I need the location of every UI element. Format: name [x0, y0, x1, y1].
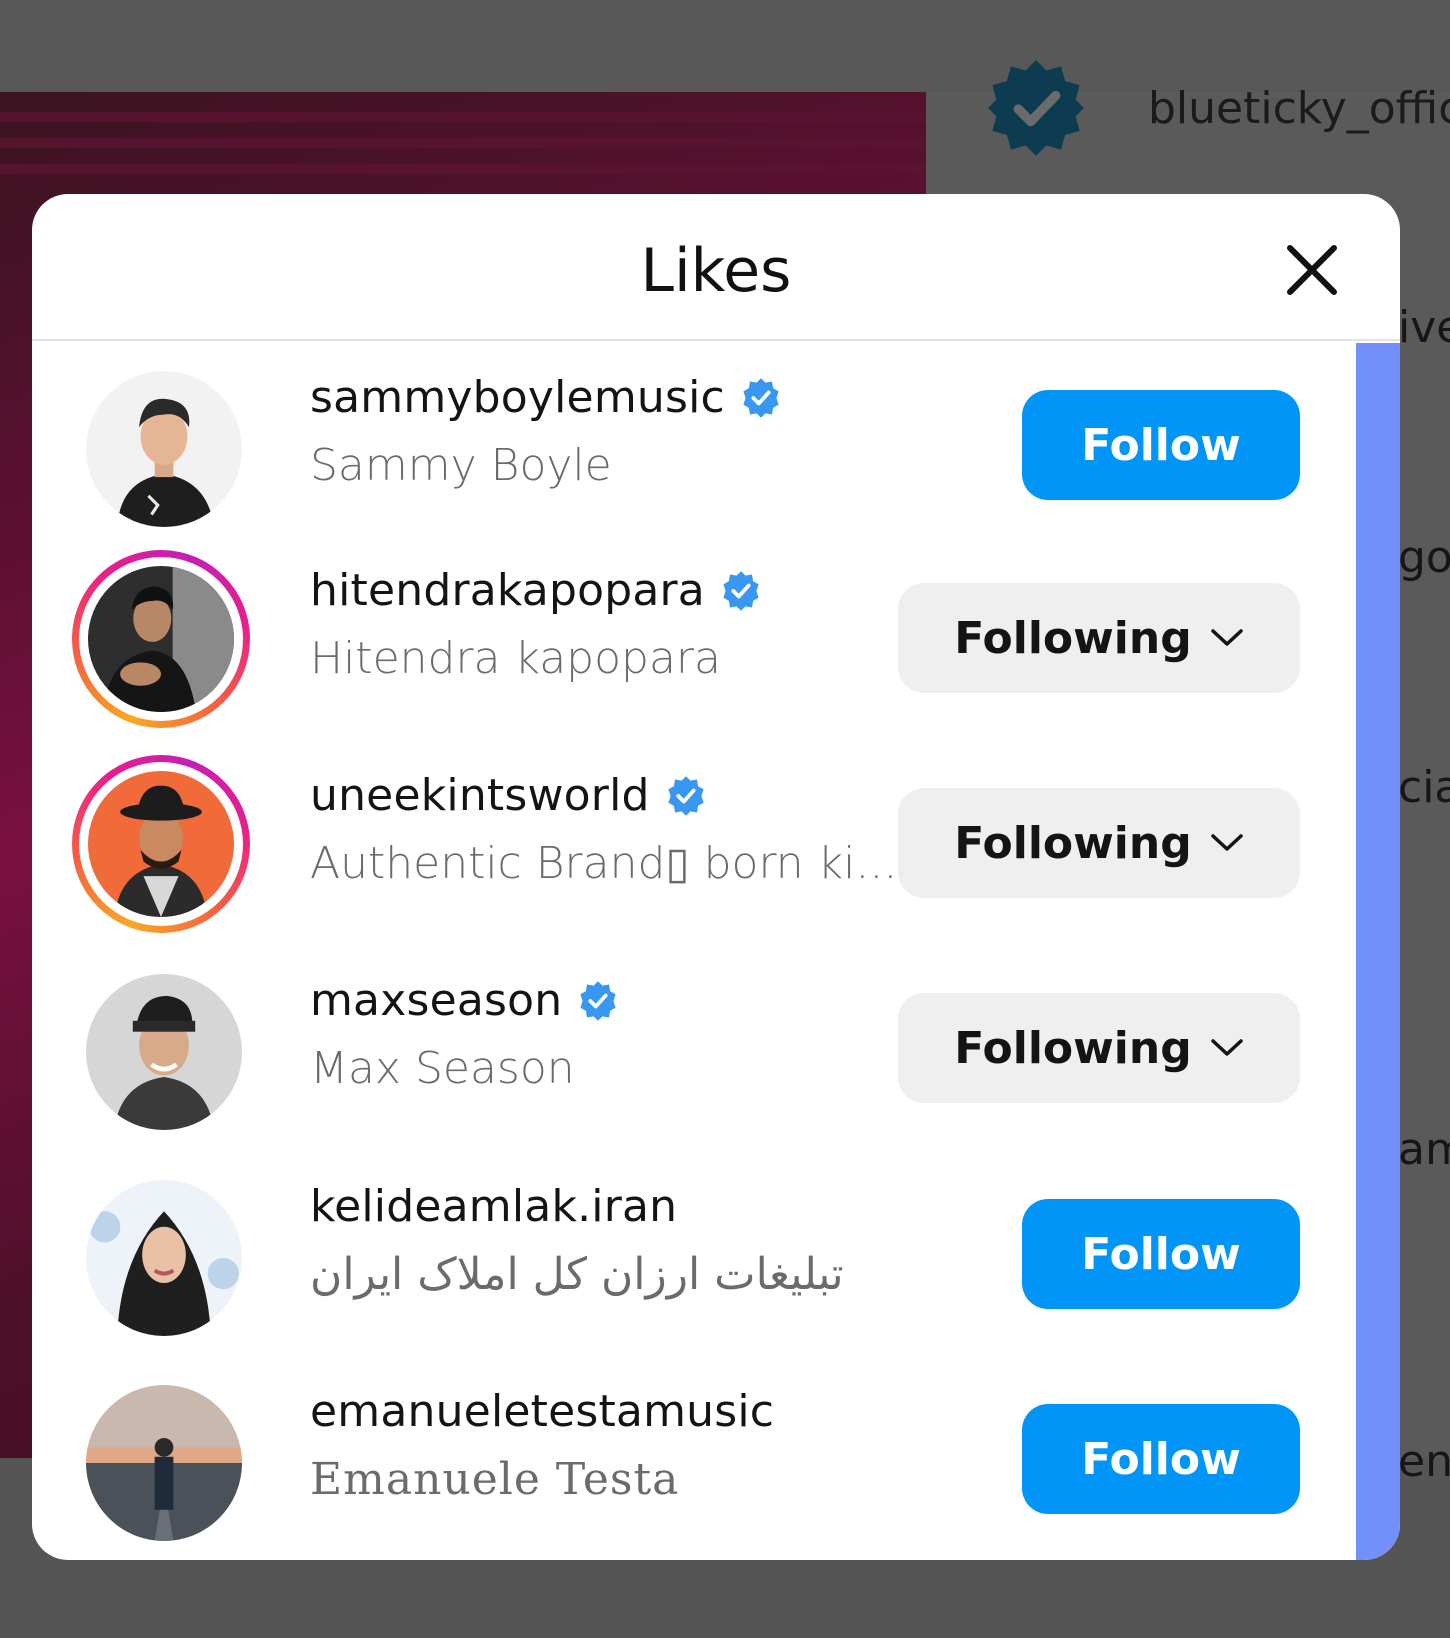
background-text-snippet: ent — [1398, 1436, 1450, 1487]
username[interactable]: kelideamlak.iran — [310, 1181, 677, 1232]
username[interactable]: emanueletestamusic — [310, 1386, 774, 1437]
avatar[interactable] — [86, 371, 242, 527]
chevron-down-icon — [1210, 1039, 1243, 1056]
full-name: تبلیغات ارزان کل املاک ایران — [310, 1249, 844, 1300]
verified-badge-icon — [988, 60, 1084, 156]
following-label: Following — [954, 1022, 1192, 1074]
background-account: blueticky_offic — [984, 56, 1450, 160]
user-row: uneekintsworld Authentic Brand▯ born ki.… — [32, 752, 1352, 942]
following-label: Following — [954, 817, 1192, 869]
full-name: Emanuele Testa — [310, 1454, 680, 1505]
avatar[interactable] — [86, 1385, 242, 1541]
user-row: maxseason Max Season Following — [32, 957, 1352, 1147]
modal-title: Likes — [640, 236, 792, 306]
username[interactable]: uneekintsworld — [310, 770, 650, 821]
username[interactable]: maxseason — [310, 975, 562, 1026]
full-name: Authentic Brand▯ born ki... — [310, 838, 898, 889]
chevron-down-icon — [1210, 629, 1243, 646]
username[interactable]: hitendrakapopara — [310, 565, 705, 616]
full-name: Hitendra kapopara — [310, 633, 721, 684]
avatar — [88, 566, 234, 712]
following-button[interactable]: Following — [898, 993, 1300, 1103]
following-label: Following — [954, 612, 1192, 664]
verified-badge-icon — [723, 570, 759, 611]
user-row: emanueletestamusic Emanuele Testa Follow — [32, 1368, 1352, 1558]
verified-badge-icon — [743, 377, 779, 418]
chevron-down-icon — [1210, 834, 1243, 851]
avatar[interactable] — [86, 974, 242, 1130]
user-row: kelideamlak.iran تبلیغات ارزان کل املاک … — [32, 1163, 1352, 1353]
modal-header: Likes — [32, 194, 1400, 341]
user-row: sammyboylemusic Sammy Boyle Follow — [32, 354, 1352, 544]
follow-button[interactable]: Follow — [1022, 1199, 1300, 1309]
background-text-snippet: go — [1398, 532, 1450, 583]
scrollbar-thumb[interactable] — [1356, 343, 1400, 1560]
avatar-story-ring[interactable] — [72, 755, 250, 933]
following-button[interactable]: Following — [898, 583, 1300, 693]
full-name: Sammy Boyle — [310, 440, 612, 491]
background-text-snippet: am — [1398, 1124, 1450, 1175]
full-name: Max Season — [310, 1043, 575, 1094]
avatar — [88, 771, 234, 917]
following-button[interactable]: Following — [898, 788, 1300, 898]
follow-button[interactable]: Follow — [1022, 1404, 1300, 1514]
follow-button[interactable]: Follow — [1022, 390, 1300, 500]
verified-badge-icon — [668, 775, 704, 816]
background-account-name: blueticky_offic — [1148, 82, 1450, 134]
background-text-snippet: ive — [1398, 302, 1450, 353]
user-row: hitendrakapopara Hitendra kapopara Follo… — [32, 547, 1352, 737]
avatar[interactable] — [86, 1180, 242, 1336]
avatar-story-ring[interactable] — [72, 550, 250, 728]
likes-modal: Likes sammyboylemusic Sammy Boyle Follow… — [32, 194, 1400, 1560]
close-icon[interactable] — [1276, 234, 1348, 306]
background-text-snippet: cial — [1398, 762, 1450, 813]
verified-badge-icon — [580, 980, 616, 1021]
username[interactable]: sammyboylemusic — [310, 372, 725, 423]
